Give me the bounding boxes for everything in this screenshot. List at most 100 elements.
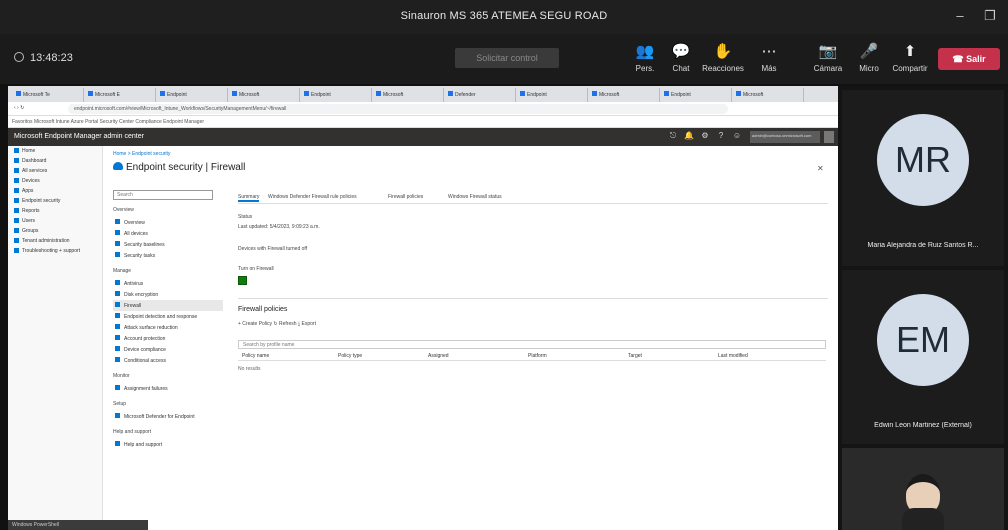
back-icon[interactable]: ‹ › ↻ (14, 105, 24, 111)
bell-icon[interactable]: 🔔 (684, 131, 694, 143)
people-button[interactable]: 👥 Pers. (628, 42, 662, 73)
restore-icon[interactable]: ❐ (980, 6, 1000, 26)
column-header[interactable]: Target (628, 353, 642, 359)
menu-item[interactable]: Antivirus (113, 278, 223, 289)
people-icon: 👥 (635, 43, 655, 60)
notifications-icon[interactable]: ⎋ (668, 131, 678, 143)
user-icon (14, 218, 19, 223)
browser-tab[interactable]: Microsoft (228, 88, 300, 102)
nav-item-troubleshooting[interactable]: Troubleshooting + support (8, 246, 102, 256)
nav-item-groups[interactable]: Groups (8, 226, 102, 236)
page-title: Endpoint security | Firewall (113, 162, 245, 173)
menu-item[interactable]: Account protection (113, 333, 223, 344)
turn-on-label: Turn on Firewall (238, 266, 274, 272)
column-header[interactable]: Policy name (242, 353, 269, 359)
participant-tile[interactable]: MR Maria Alejandra de Ruiz Santos R... (842, 90, 1004, 266)
browser-tab[interactable]: Endpoint (660, 88, 732, 102)
nav-item-apps[interactable]: Apps (8, 186, 102, 196)
menu-item[interactable]: Overview (113, 217, 223, 228)
browser-tab[interactable]: Defender (444, 88, 516, 102)
browser-tab[interactable]: Microsoft (588, 88, 660, 102)
address-row: ‹ › ↻ endpoint.microsoft.com/#view/Micro… (8, 102, 838, 116)
nav-item-reports[interactable]: Reports (8, 206, 102, 216)
menu-item[interactable]: Help and support (113, 439, 223, 450)
column-header[interactable]: Last modified (718, 353, 748, 359)
policy-actions[interactable]: + Create Policy ↻ Refresh ⤓ Export (238, 321, 316, 327)
policy-tabs: Summary Windows Defender Firewall rule p… (238, 190, 828, 204)
turn-on-checkbox[interactable] (238, 276, 247, 285)
menu-group-title: Help and support (113, 429, 152, 435)
account-name[interactable]: admin@contoso.onmicrosoft.com (750, 131, 820, 143)
share-button[interactable]: ⬆ Compartir (888, 42, 932, 73)
menu-item[interactable]: Security baselines (113, 239, 223, 250)
gear-icon[interactable]: ⚙ (700, 131, 710, 143)
meeting-timer: 13:48:23 (14, 52, 73, 64)
browser-tab[interactable]: Microsoft E (84, 88, 156, 102)
close-icon[interactable]: ✕ (817, 164, 824, 173)
take-control-button[interactable]: Solicitar control (455, 48, 559, 68)
browser-tab[interactable]: Microsoft Te (12, 88, 84, 102)
edr-icon (115, 313, 120, 318)
column-header[interactable]: Platform (528, 353, 547, 359)
reactions-button[interactable]: ✋ Reacciones (700, 42, 746, 73)
column-header[interactable]: Policy type (338, 353, 362, 359)
camera-button[interactable]: 📷 Cámara (808, 42, 848, 73)
browser-tab[interactable]: Microsoft (732, 88, 804, 102)
menu-item[interactable]: Disk encryption (113, 289, 223, 300)
group-icon (14, 228, 19, 233)
browser-tab[interactable]: Endpoint (516, 88, 588, 102)
tab-firewall-status[interactable]: Windows Firewall status (448, 194, 502, 200)
taskbar-chip[interactable]: Windows PowerShell (8, 520, 148, 530)
menu-item[interactable]: Microsoft Defender for Endpoint (113, 411, 223, 422)
address-bar[interactable]: endpoint.microsoft.com/#view/Microsoft_I… (68, 104, 728, 114)
portal-left-nav: Home Dashboard All services Devices Apps… (8, 146, 103, 530)
breadcrumb[interactable]: Home > Endpoint security (113, 151, 170, 157)
apps-icon (14, 188, 19, 193)
browser-tab[interactable]: Endpoint (300, 88, 372, 102)
menu-item[interactable]: Device compliance (113, 344, 223, 355)
nav-item-tenant-admin[interactable]: Tenant administration (8, 236, 102, 246)
feedback-icon[interactable]: ☺ (732, 131, 742, 143)
menu-item[interactable]: Attack surface reduction (113, 322, 223, 333)
tab-rule-policies[interactable]: Windows Defender Firewall rule policies (268, 194, 357, 200)
compliance-icon (115, 346, 120, 351)
participant-tile[interactable]: EM Edwin Leon Martinez (External) (842, 270, 1004, 444)
share-icon: ⬆ (903, 43, 917, 60)
portal-title[interactable]: Microsoft Endpoint Manager admin center (14, 133, 144, 140)
menu-item[interactable]: Conditional access (113, 355, 223, 366)
nav-item-all-services[interactable]: All services (8, 166, 102, 176)
menu-item-firewall[interactable]: Firewall (113, 300, 223, 311)
more-button[interactable]: ⋯ Más (752, 42, 786, 73)
search-input[interactable]: Search (113, 190, 213, 200)
self-video-body (902, 508, 944, 530)
browser-tab[interactable]: Microsoft (372, 88, 444, 102)
filter-input[interactable]: Search by profile name (238, 340, 826, 349)
nav-item-devices[interactable]: Devices (8, 176, 102, 186)
chat-icon: 💬 (671, 43, 691, 60)
tenant-icon (14, 238, 19, 243)
dashboard-icon (14, 158, 19, 163)
tab-firewall-policies[interactable]: Firewall policies (388, 194, 423, 200)
nav-item-users[interactable]: Users (8, 216, 102, 226)
browser-tab[interactable]: Endpoint (156, 88, 228, 102)
menu-item[interactable]: Security tasks (113, 250, 223, 261)
help-icon[interactable]: ? (716, 131, 726, 143)
column-header[interactable]: Assigned (428, 353, 449, 359)
menu-item[interactable]: Endpoint detection and response (113, 311, 223, 322)
chat-button[interactable]: 💬 Chat (664, 42, 698, 73)
nav-item-home[interactable]: Home (8, 146, 102, 156)
menu-item[interactable]: Assignment failures (113, 383, 223, 394)
mic-button[interactable]: 🎤 Micro (852, 42, 886, 73)
minimize-icon[interactable]: – (950, 6, 970, 26)
task-icon (115, 252, 120, 257)
bookmarks-bar[interactable]: Favoritos Microsoft Intune Azure Portal … (8, 116, 838, 128)
browser-tabs: Microsoft Te Microsoft E Endpoint Micros… (8, 86, 838, 102)
participants-panel: MR Maria Alejandra de Ruiz Santos R... E… (838, 86, 1008, 530)
nav-item-endpoint-security[interactable]: Endpoint security (8, 196, 102, 206)
menu-item[interactable]: All devices (113, 228, 223, 239)
tab-summary[interactable]: Summary (238, 194, 260, 202)
leave-button[interactable]: ☎ Salir (938, 48, 1000, 70)
camera-icon: 📷 (818, 43, 838, 60)
avatar[interactable] (824, 131, 834, 143)
nav-item-dashboard[interactable]: Dashboard (8, 156, 102, 166)
